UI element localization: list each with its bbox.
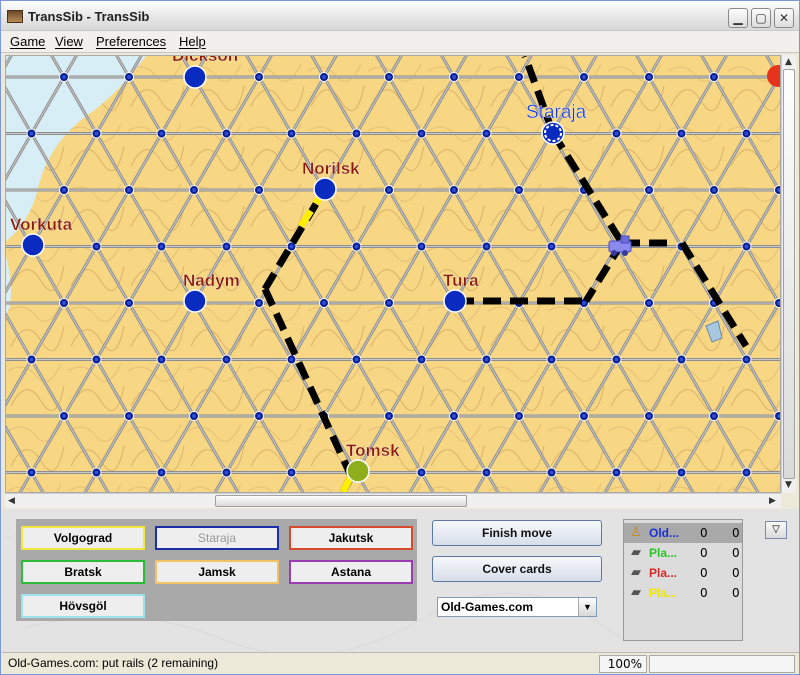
card-astana[interactable]: Astana — [289, 560, 413, 584]
player-select[interactable]: Old-Games.com ▼ — [437, 597, 597, 617]
player-score: 0 — [700, 566, 708, 580]
city-label[interactable]: Tura — [443, 271, 479, 290]
menu-view[interactable]: View — [55, 34, 83, 49]
status-message: Old-Games.com: put rails (2 remaining) — [8, 656, 219, 670]
maximize-button[interactable]: ▢ — [751, 8, 771, 28]
control-panel: Volgograd Staraja Jakutsk Bratsk Jamsk A… — [2, 509, 799, 652]
player-name: Pla... — [649, 586, 678, 600]
vertical-scroll-thumb[interactable] — [783, 69, 795, 479]
minimize-button[interactable]: ▁ — [728, 8, 748, 28]
close-icon: ✕ — [778, 11, 790, 25]
title-bar: TransSib - TransSib ▁ ▢ ✕ — [1, 1, 799, 31]
players-score-table: ♙ Old... 0 0 ▰ Pla... 0 0 ▰ Pla... 0 0 ▰… — [623, 519, 743, 641]
player-rails: 0 — [732, 526, 740, 540]
player-select-value: Old-Games.com — [441, 600, 534, 614]
map-vertical-scrollbar[interactable]: ▲ ▼ — [781, 55, 796, 493]
player-rails: 0 — [732, 566, 740, 580]
menu-preferences[interactable]: Preferences — [96, 34, 166, 49]
horizontal-scroll-thumb[interactable] — [215, 495, 467, 507]
app-icon — [7, 10, 23, 23]
card-hovsgol[interactable]: Hövsgöl — [21, 594, 145, 618]
status-bar: Old-Games.com: put rails (2 remaining) 1… — [2, 652, 799, 674]
city-label[interactable]: Staraja — [526, 102, 587, 123]
city-label[interactable]: Vorkuta — [10, 215, 73, 234]
city-label[interactable]: Dickson — [172, 56, 238, 65]
map-canvas[interactable]: Dickson Staraja Norilsk Vorkuta Nadym Tura Tom… — [6, 56, 781, 493]
player-row[interactable]: ▰ Pla... 0 0 — [624, 583, 742, 603]
player-row[interactable]: ▰ Pla... 0 0 — [624, 543, 742, 563]
scroll-right-icon[interactable]: ▶ — [769, 496, 776, 506]
card-staraja[interactable]: Staraja — [155, 526, 279, 550]
player-score: 0 — [700, 526, 708, 540]
player-row[interactable]: ▰ Pla... 0 0 — [624, 563, 742, 583]
card-bratsk[interactable]: Bratsk — [21, 560, 145, 584]
destination-cards-panel: Volgograd Staraja Jakutsk Bratsk Jamsk A… — [16, 519, 417, 621]
city-label[interactable]: Tomsk — [346, 441, 400, 460]
cover-cards-button[interactable]: Cover cards — [432, 556, 602, 582]
chevron-down-icon: ▽ — [772, 524, 780, 535]
collapse-panel-button[interactable]: ▽ — [765, 521, 787, 539]
player-name: Pla... — [649, 546, 678, 560]
person-icon: ♙ — [630, 525, 642, 540]
scroll-down-icon[interactable]: ▼ — [785, 480, 792, 490]
menu-bar: Game View Preferences Help — [1, 31, 799, 53]
player-name: Pla... — [649, 566, 678, 580]
finish-move-button[interactable]: Finish move — [432, 520, 602, 546]
player-name: Old... — [649, 526, 679, 540]
scroll-up-icon[interactable]: ▲ — [785, 57, 792, 67]
card-jakutsk[interactable]: Jakutsk — [289, 526, 413, 550]
locomotive-icon: ▰ — [631, 565, 641, 580]
menu-help[interactable]: Help — [179, 34, 206, 49]
locomotive-icon: ▰ — [631, 545, 641, 560]
card-jamsk[interactable]: Jamsk — [155, 560, 279, 584]
city-label[interactable]: Norilsk — [302, 159, 360, 178]
locomotive-icon: ▰ — [631, 585, 641, 600]
player-score: 0 — [700, 586, 708, 600]
menu-game[interactable]: Game — [10, 34, 45, 49]
city-label[interactable]: Nadym — [183, 271, 240, 290]
close-button[interactable]: ✕ — [774, 8, 794, 28]
status-extra-field — [649, 655, 795, 673]
main-window: TransSib - TransSib ▁ ▢ ✕ Game View Pref… — [0, 0, 800, 675]
player-rails: 0 — [732, 586, 740, 600]
map-horizontal-scrollbar[interactable]: ◀ ▶ — [5, 493, 781, 508]
scroll-left-icon[interactable]: ◀ — [8, 496, 15, 506]
game-map[interactable]: Dickson Staraja Norilsk Vorkuta Nadym Tura Tom… — [5, 55, 781, 493]
player-score: 0 — [700, 546, 708, 560]
window-title: TransSib - TransSib — [28, 9, 150, 24]
maximize-icon: ▢ — [755, 11, 767, 25]
player-rails: 0 — [732, 546, 740, 560]
minimize-icon: ▁ — [733, 11, 743, 25]
card-volgograd[interactable]: Volgograd — [21, 526, 145, 550]
player-row[interactable]: ♙ Old... 0 0 — [624, 523, 742, 543]
zoom-level: 100% — [599, 655, 647, 673]
chevron-down-icon[interactable]: ▼ — [578, 598, 596, 616]
